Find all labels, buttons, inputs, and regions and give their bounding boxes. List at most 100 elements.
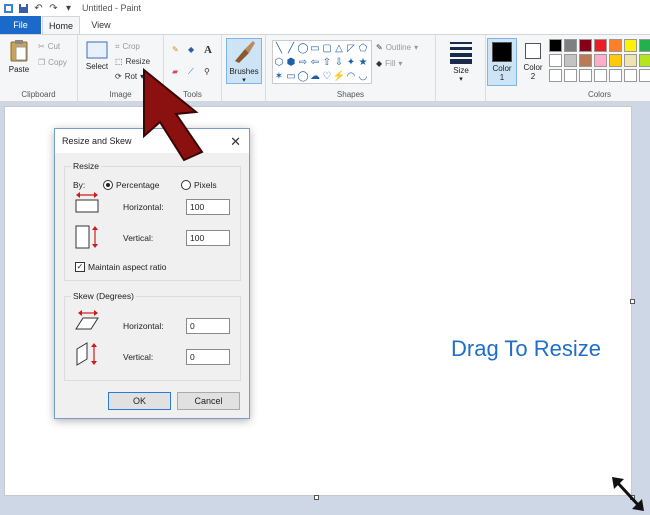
shape-option-12[interactable]: ⇧ <box>321 55 333 69</box>
crop-button[interactable]: ⌗ Crop <box>115 40 140 53</box>
percentage-label[interactable]: Percentage <box>116 180 159 190</box>
color-swatch[interactable] <box>609 54 622 67</box>
ribbon-tabs: File Home View <box>0 16 650 34</box>
tab-home[interactable]: Home <box>42 16 80 34</box>
cancel-button[interactable]: Cancel <box>177 392 240 410</box>
size-button[interactable]: Size ▾ <box>444 40 478 83</box>
shape-option-15[interactable]: ★ <box>357 55 369 69</box>
canvas-resize-handle-bottom[interactable] <box>314 495 319 500</box>
color-swatch[interactable] <box>594 69 607 82</box>
paste-button[interactable]: Paste <box>4 39 34 74</box>
window-title: Untitled - Paint <box>82 3 142 13</box>
resize-horizontal-input[interactable] <box>186 199 230 215</box>
skew-vertical-input[interactable] <box>186 349 230 365</box>
color-2-button[interactable]: Color 2 <box>519 38 547 86</box>
color-swatch[interactable] <box>639 69 650 82</box>
crop-icon: ⌗ <box>115 41 120 51</box>
color-swatch[interactable] <box>564 54 577 67</box>
shape-option-11[interactable]: ⇦ <box>309 55 321 69</box>
text-tool[interactable]: A <box>204 43 212 56</box>
color-1-button[interactable]: Color 1 <box>487 38 517 86</box>
shape-option-10[interactable]: ⇨ <box>297 55 309 69</box>
color-2-swatch <box>525 43 541 59</box>
line-size-icon <box>450 42 472 64</box>
select-button[interactable]: Select <box>82 40 112 71</box>
shape-option-1[interactable]: ╱ <box>285 41 297 55</box>
shape-option-7[interactable]: ⬠ <box>357 41 369 55</box>
color-swatch[interactable] <box>594 54 607 67</box>
shape-option-23[interactable]: ◡ <box>357 69 369 83</box>
ok-button[interactable]: OK <box>108 392 171 410</box>
color-swatch[interactable] <box>624 39 637 52</box>
shape-option-9[interactable]: ⬢ <box>285 55 297 69</box>
crop-label: Crop <box>122 42 140 51</box>
select-rectangle-icon <box>86 41 108 59</box>
redo-icon[interactable]: ↷ <box>48 3 59 14</box>
close-icon[interactable]: ✕ <box>230 134 241 150</box>
maintain-aspect-ratio-checkbox[interactable]: ✓ <box>75 262 85 272</box>
fill-dropdown[interactable]: ◆ Fill ▾ <box>376 57 402 70</box>
shape-option-18[interactable]: ◯ <box>297 69 309 83</box>
copy-button[interactable]: ❐ Copy <box>38 56 67 69</box>
shape-option-13[interactable]: ⇩ <box>333 55 345 69</box>
pixels-radio[interactable] <box>181 180 191 190</box>
shape-option-5[interactable]: △ <box>333 41 345 55</box>
pixels-label[interactable]: Pixels <box>194 180 217 190</box>
color-2-sub: 2 <box>530 72 536 81</box>
resize-button[interactable]: ⬚ Resize <box>115 55 150 68</box>
shape-option-21[interactable]: ⚡ <box>333 69 345 83</box>
color-swatch[interactable] <box>609 69 622 82</box>
resize-vertical-label: Vertical: <box>123 233 154 243</box>
shape-option-0[interactable]: ╲ <box>273 41 285 55</box>
brushes-button[interactable]: Brushes ▾ <box>226 38 262 84</box>
pencil-tool[interactable]: ✎ <box>172 43 179 56</box>
shape-option-6[interactable]: ◸ <box>345 41 357 55</box>
scissors-icon: ✂ <box>38 42 45 51</box>
color-swatch[interactable] <box>639 39 650 52</box>
outline-dropdown[interactable]: ✎ Outline ▾ <box>376 41 418 54</box>
resize-legend: Resize <box>71 161 101 171</box>
shape-option-3[interactable]: ▭ <box>309 41 321 55</box>
tab-file[interactable]: File <box>0 16 41 34</box>
color-swatch[interactable] <box>609 39 622 52</box>
shape-option-17[interactable]: ▭ <box>285 69 297 83</box>
canvas-resize-handle-right[interactable] <box>630 299 635 304</box>
color-swatch[interactable] <box>579 69 592 82</box>
color-swatch[interactable] <box>579 39 592 52</box>
color-swatch[interactable] <box>549 54 562 67</box>
maintain-aspect-ratio-label[interactable]: Maintain aspect ratio <box>88 262 166 272</box>
color-swatch[interactable] <box>564 69 577 82</box>
color-swatch[interactable] <box>594 39 607 52</box>
resize-horizontal-label: Horizontal: <box>123 202 164 212</box>
undo-icon[interactable]: ↶ <box>33 3 44 14</box>
horizontal-skew-icon <box>75 310 99 330</box>
color-swatch[interactable] <box>579 54 592 67</box>
color-swatch[interactable] <box>549 69 562 82</box>
shape-option-2[interactable]: ◯ <box>297 41 309 55</box>
shape-option-19[interactable]: ☁ <box>309 69 321 83</box>
shape-option-22[interactable]: ◠ <box>345 69 357 83</box>
color-swatch[interactable] <box>549 39 562 52</box>
color-swatch[interactable] <box>624 54 637 67</box>
tab-view[interactable]: View <box>82 16 120 34</box>
brushes-label: Brushes <box>229 67 259 76</box>
save-icon[interactable] <box>18 3 29 14</box>
title-bar: ↶ ↷ ▾ Untitled - Paint <box>0 0 650 16</box>
shape-option-16[interactable]: ✶ <box>273 69 285 83</box>
shape-option-4[interactable]: ▢ <box>321 41 333 55</box>
fill-tool[interactable]: ◆ <box>188 43 194 56</box>
shape-option-20[interactable]: ♡ <box>321 69 333 83</box>
resize-label: Resize <box>125 57 151 66</box>
shape-option-8[interactable]: ⬡ <box>273 55 285 69</box>
resize-vertical-input[interactable] <box>186 230 230 246</box>
color-swatch[interactable] <box>564 39 577 52</box>
percentage-radio[interactable] <box>103 180 113 190</box>
outline-icon: ✎ <box>376 43 383 52</box>
skew-horizontal-input[interactable] <box>186 318 230 334</box>
customize-quick-access-icon[interactable]: ▾ <box>63 3 74 14</box>
color-swatch[interactable] <box>624 69 637 82</box>
skew-horizontal-label: Horizontal: <box>123 321 164 331</box>
cut-button[interactable]: ✂ Cut <box>38 40 60 53</box>
shape-option-14[interactable]: ✦ <box>345 55 357 69</box>
color-swatch[interactable] <box>639 54 650 67</box>
